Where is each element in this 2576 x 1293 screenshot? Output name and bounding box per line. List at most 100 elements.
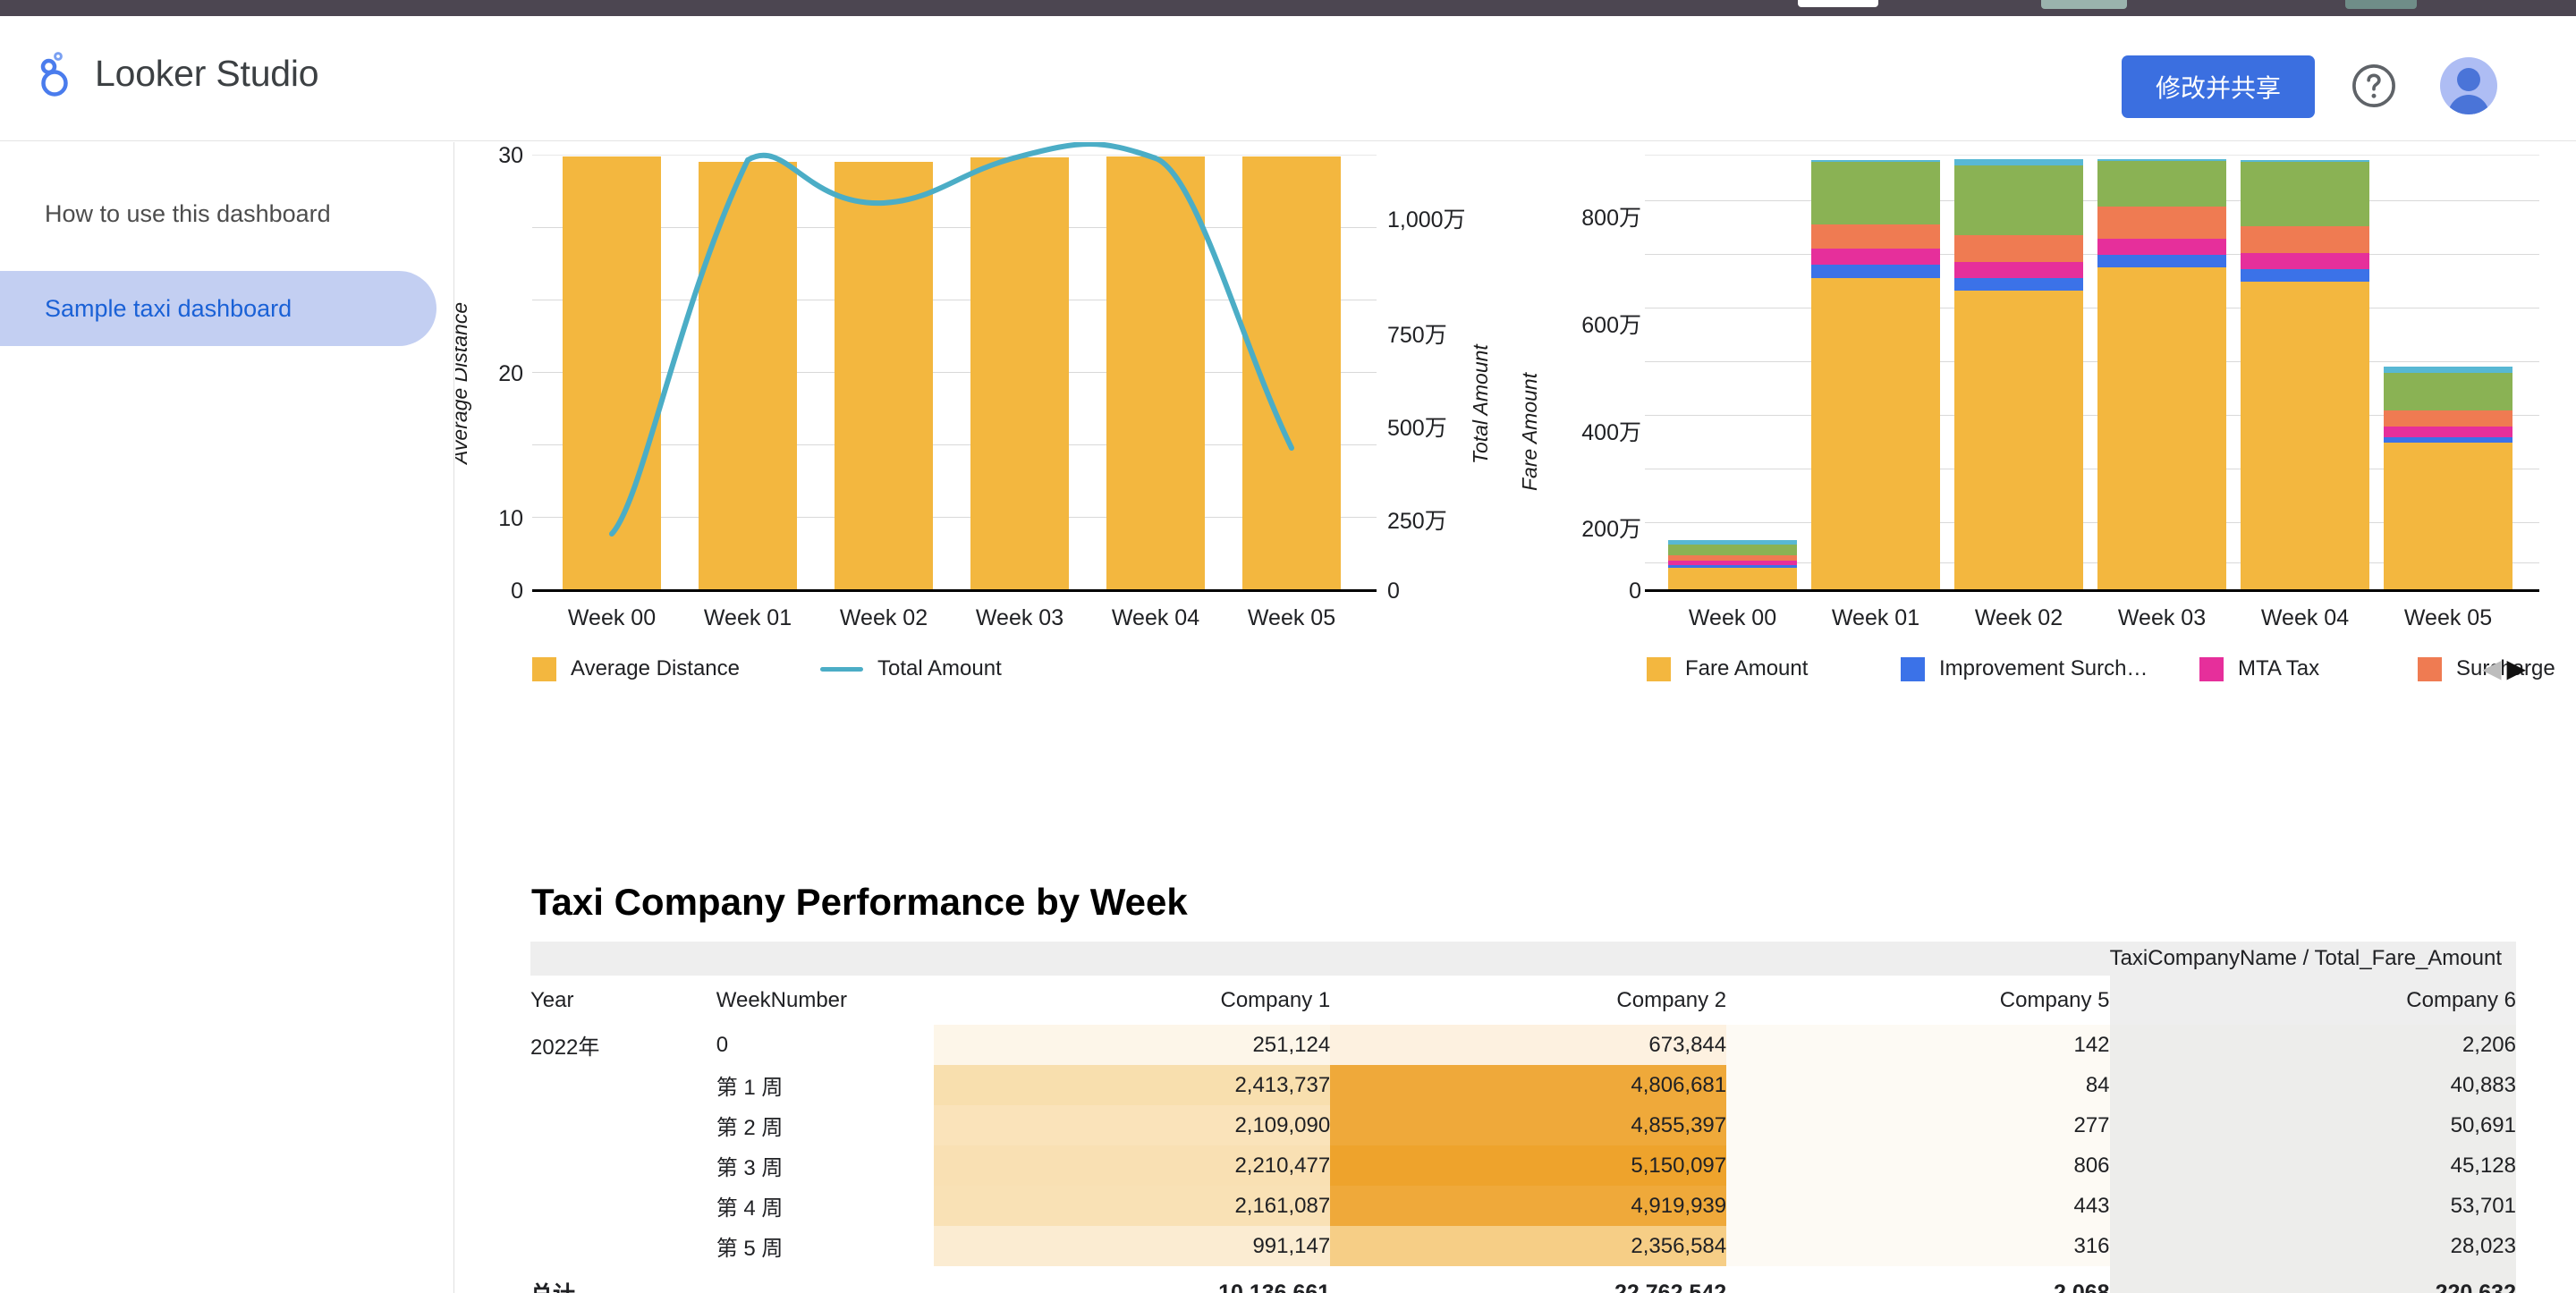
stack-seg-tolls-amount[interactable] [1668,545,1797,555]
group-header-spacer [530,942,716,976]
table-row[interactable]: 第 4 周 2,161,087 4,919,939 443 53,701 [530,1186,2516,1226]
stack-seg-surcharge[interactable] [1668,555,1797,561]
browser-tab-2[interactable] [2041,0,2127,9]
legend-swatch-icon [1647,656,1671,681]
cell-company-6: 45,128 [2109,1145,2516,1186]
cell-company-2: 5,150,097 [1330,1145,1727,1186]
y2-tick-label: 0 [1387,579,1400,604]
sidebar-item-how-to-use[interactable]: How to use this dashboard [0,176,436,251]
group-header-spacer [1726,942,2110,976]
stack-seg-mta-tax[interactable] [2097,239,2226,255]
legend-swatch-icon [1901,656,1925,681]
stack-seg-fare-amount[interactable] [2384,443,2512,589]
stack-seg-mta-tax[interactable] [1811,249,1940,265]
column-header-company-6[interactable]: Company 6 [2109,976,2516,1025]
stack-seg-extra[interactable] [2097,159,2226,161]
stack-seg-tolls-amount[interactable] [1954,165,2083,235]
legend-item-mta-tax[interactable]: MTA Tax [2199,656,2378,681]
stacked-bar-chart[interactable]: Fare Amount 800万 600万 400万 200万 0 Week 0… [1502,142,2575,768]
stack-seg-tolls-amount[interactable] [1811,162,1940,224]
column-header-company-5[interactable]: Company 5 [1726,976,2110,1025]
x-tick-label: Week 04 [1111,605,1200,630]
stack-seg-fare-amount[interactable] [2097,267,2226,589]
legend-next-arrow-icon[interactable]: ▶ [2507,654,2527,683]
stack-seg-surcharge[interactable] [1954,235,2083,262]
gridline [1645,200,2539,201]
column-header-company-2[interactable]: Company 2 [1330,976,1726,1025]
combo-chart[interactable]: Average Distance 30 20 10 0 1,000万 750万 … [455,142,1492,768]
group-header-metric: TaxiCompanyName / Total_Fare_Amount [2109,942,2516,976]
browser-tab-1[interactable] [1798,0,1878,7]
legend-item-total-amount[interactable]: Total Amount [820,656,1002,681]
legend-item-average-distance[interactable]: Average Distance [532,656,740,681]
taxi-company-performance-table[interactable]: TaxiCompanyName / Total_Fare_Amount Year… [530,942,2516,1293]
column-header-year[interactable]: Year [530,976,716,1025]
stack-seg-extra[interactable] [1668,540,1797,545]
stack-seg-mta-tax[interactable] [2241,253,2369,269]
gridline [1645,254,2539,255]
stack-seg-extra[interactable] [1954,159,2083,165]
sidebar-item-sample-taxi-dashboard[interactable]: Sample taxi dashboard [0,271,436,346]
combo-chart-x-axis-line [532,589,1377,592]
stack-seg-improvement-surcharge[interactable] [2384,437,2512,443]
table-row[interactable]: 第 3 周 2,210,477 5,150,097 806 45,128 [530,1145,2516,1186]
help-circle-icon[interactable] [2351,63,2397,109]
table-title: Taxi Company Performance by Week [531,881,1188,923]
legend-item-fare-amount[interactable]: Fare Amount [1647,656,1861,681]
y-tick-label: 800万 [1581,206,1641,231]
column-header-company-1[interactable]: Company 1 [934,976,1330,1025]
table-row[interactable]: 第 1 周 2,413,737 4,806,681 84 40,883 [530,1065,2516,1105]
legend-pager[interactable]: ◀ ▶ [2482,654,2526,683]
stack-seg-tolls-amount[interactable] [2097,161,2226,207]
avatar-body-icon [2448,95,2489,114]
stack-seg-improvement-surcharge[interactable] [2241,269,2369,282]
cell-week: 第 5 周 [716,1237,784,1261]
cell-company-1: 2,210,477 [934,1145,1331,1186]
cell-year [530,1065,716,1105]
stack-seg-fare-amount[interactable] [1811,278,1940,589]
legend-prev-arrow-icon[interactable]: ◀ [2482,654,2502,683]
y-tick-label: 400万 [1581,420,1641,445]
cell-year [530,1226,716,1266]
cell-company-5: 84 [1726,1065,2110,1105]
cell-company-5: 142 [1726,1025,2110,1065]
table-row[interactable]: 2022年 0 251,124 673,844 142 2,206 [530,1025,2516,1065]
stack-seg-extra[interactable] [1811,160,1940,162]
stack-seg-surcharge[interactable] [2384,410,2512,427]
table-group-header-row: TaxiCompanyName / Total_Fare_Amount [530,942,2516,976]
stack-seg-mta-tax[interactable] [1954,262,2083,278]
stack-seg-mta-tax[interactable] [1668,561,1797,565]
x-tick-label: Week 00 [1688,605,1777,630]
stack-seg-improvement-surcharge[interactable] [1668,565,1797,568]
y-tick-label: 30 [498,143,523,168]
table-row[interactable]: 第 5 周 991,147 2,356,584 316 28,023 [530,1226,2516,1266]
total-amount-line-series [609,142,1294,537]
stack-seg-improvement-surcharge[interactable] [1811,265,1940,278]
legend-label: MTA Tax [2238,656,2320,680]
stack-seg-tolls-amount[interactable] [2384,373,2512,410]
stack-seg-improvement-surcharge[interactable] [1954,278,2083,291]
stack-seg-fare-amount[interactable] [1954,291,2083,589]
stack-seg-surcharge[interactable] [2097,207,2226,239]
browser-tab-3[interactable] [2345,0,2417,9]
share-button[interactable]: 修改并共享 [2121,55,2315,118]
column-header-weeknumber[interactable]: WeekNumber [716,976,935,1025]
legend-label: Improvement Surch… [1939,656,2148,680]
combo-chart-y2-axis-title: Total Amount [1469,344,1492,464]
group-header-spacer [1330,942,1727,976]
stack-seg-mta-tax[interactable] [2384,427,2512,437]
stack-seg-surcharge[interactable] [1811,224,1940,249]
stack-seg-extra[interactable] [2241,160,2369,162]
legend-item-improvement-surcharge[interactable]: Improvement Surch… [1901,656,2160,681]
brand[interactable]: Looker Studio [34,50,319,97]
stack-seg-fare-amount[interactable] [2241,282,2369,589]
avatar[interactable] [2440,57,2497,114]
table-row[interactable]: 第 2 周 2,109,090 4,855,397 277 50,691 [530,1105,2516,1145]
cell-company-6: 50,691 [2109,1105,2516,1145]
stack-seg-extra[interactable] [2384,367,2512,373]
x-tick-label: Week 04 [2260,605,2350,630]
stack-seg-surcharge[interactable] [2241,226,2369,253]
stack-seg-improvement-surcharge[interactable] [2097,255,2226,267]
stack-seg-tolls-amount[interactable] [2241,162,2369,226]
stack-seg-fare-amount[interactable] [1668,568,1797,589]
